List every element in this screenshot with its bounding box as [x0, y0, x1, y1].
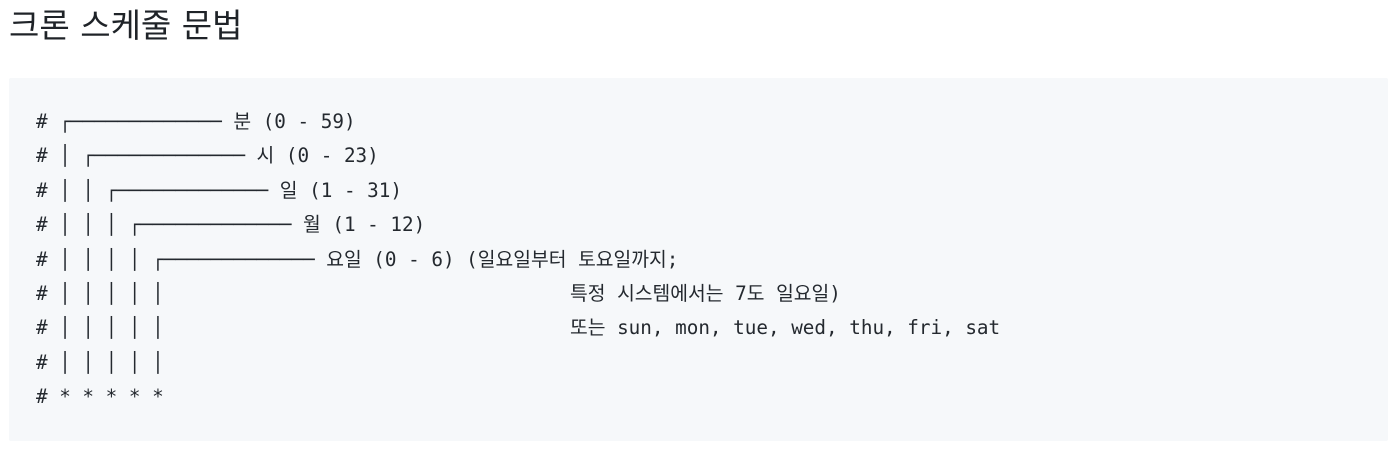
- code-line-fields: # * * * * *: [36, 385, 164, 409]
- code-line-weekday-note-2: # │ │ │ │ │ 또는 sun, mon, tue, wed, thu, …: [36, 316, 1001, 340]
- page-title: 크론 스케줄 문법: [9, 6, 243, 45]
- code-line-weekday-note-1: # │ │ │ │ │ 특정 시스템에서는 7도 일요일): [36, 281, 841, 305]
- cron-syntax-code: # ┌───────────── 분 (0 - 59) # │ ┌────────…: [36, 105, 1000, 415]
- code-line-hour: # │ ┌───────────── 시 (0 - 23): [36, 144, 379, 168]
- code-line-weekday: # │ │ │ │ ┌───────────── 요일 (0 - 6) (일요일…: [36, 247, 679, 271]
- code-block: # ┌───────────── 분 (0 - 59) # │ ┌────────…: [9, 78, 1388, 441]
- code-line-month: # │ │ │ ┌───────────── 월 (1 - 12): [36, 213, 426, 237]
- code-line-pipes: # │ │ │ │ │: [36, 350, 164, 374]
- code-line-minute: # ┌───────────── 분 (0 - 59): [36, 110, 356, 133]
- code-line-day: # │ │ ┌───────────── 일 (1 - 31): [36, 178, 402, 202]
